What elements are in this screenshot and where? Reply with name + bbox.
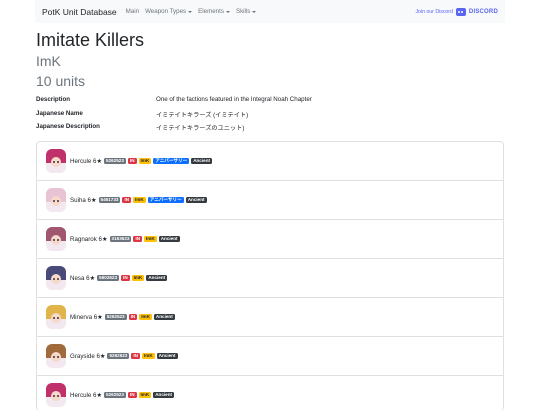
unit-name-link[interactable]: Hercule 6★ [70, 158, 102, 165]
avatar-eye [57, 278, 59, 280]
stats-badge: 3163623 [109, 236, 132, 242]
avatar-eye [53, 356, 55, 358]
avatar-eye [53, 395, 55, 397]
info-label: Description [36, 96, 71, 103]
unit-avatar[interactable] [46, 383, 66, 407]
stats-badge: 5262523 [104, 392, 126, 398]
avatar-eye [53, 161, 55, 163]
unit-row[interactable]: Minerva 6★ 5262523 IN ImK Ancient [37, 298, 503, 337]
unit-row[interactable]: Ragnarok 6★ 3163623 IN ImK Ancient [37, 220, 503, 259]
anniversary-badge: アニバーサリー [147, 197, 184, 203]
unit-avatar[interactable] [46, 266, 66, 290]
faction-badge: ImK [139, 314, 152, 320]
faction-badge: ImK [144, 236, 157, 242]
element-badge: IN [131, 353, 140, 359]
nav-dropdown-skills-label: Skills [235, 8, 251, 15]
faction-abbreviation: ImK [36, 53, 61, 69]
discord-logo-text[interactable]: DISCORD [469, 9, 498, 15]
element-badge: IN [128, 314, 138, 320]
ancient-badge: Ancient [191, 158, 213, 164]
unit-row[interactable]: Hercule 6★ 5262523 IN ImK Ancient [37, 376, 503, 411]
anniversary-badge: アニバーサリー [153, 158, 190, 164]
brand-link[interactable]: PotK Unit Database [42, 7, 117, 17]
avatar-eye [53, 200, 55, 202]
avatar-eye [53, 317, 55, 319]
chevron-down-icon [252, 10, 257, 13]
unit-row[interactable]: Suiha 6★ 5461733 IN ImK アニバーサリー Ancient [37, 181, 503, 220]
unit-name-link[interactable]: Minerva 6★ [70, 314, 103, 321]
stats-badge: 5602623 [97, 275, 120, 281]
faction-badge: ImK [133, 197, 146, 203]
unit-name-link[interactable]: Nesa 6★ [70, 275, 95, 282]
page-title: Imitate Killers [36, 30, 145, 50]
ancient-badge: Ancient [153, 314, 175, 320]
element-badge: IN [121, 275, 130, 281]
info-value: イミテイトキラーズのユニット) [156, 125, 245, 132]
faction-badge: ImK [141, 353, 155, 359]
element-badge: IN [127, 158, 137, 164]
avatar-eye [57, 200, 59, 202]
unit-avatar[interactable] [46, 305, 66, 329]
element-badge: IN [133, 236, 143, 242]
info-label: Japanese Description [36, 123, 100, 130]
nav-dropdown-weapon-types-label: Weapon Types [145, 8, 187, 15]
ancient-badge: Ancient [153, 392, 175, 398]
nav-dropdown-elements-label: Elements [198, 8, 224, 15]
unit-avatar[interactable] [46, 149, 66, 173]
avatar-eye [57, 395, 59, 397]
stats-badge: 5262523 [104, 314, 127, 320]
avatar-eye [53, 278, 55, 280]
top-navbar: PotK Unit Database Main Weapon Types Ele… [35, 0, 505, 23]
unit-count: 10 units [36, 73, 86, 89]
info-row-japanese-name: Japanese Name イミテイトキラーズ (イミテイト) [36, 110, 496, 120]
unit-name-link[interactable]: Ragnarok 6★ [70, 236, 108, 243]
nav-link-main[interactable]: Main [126, 8, 139, 15]
discord-icon[interactable] [455, 7, 466, 16]
element-badge: IN [127, 392, 137, 398]
avatar-eye [53, 239, 55, 241]
nav-dropdown-elements[interactable]: Elements [198, 8, 230, 15]
unit-avatar[interactable] [46, 227, 66, 251]
discord-join-link[interactable]: Join our Discord [415, 9, 452, 15]
unit-name-link[interactable]: Hercule 6★ [70, 392, 102, 399]
stats-badge: 5262623 [107, 353, 130, 359]
stats-badge: 5262523 [104, 158, 126, 164]
info-row-japanese-description: Japanese Description イミテイトキラーズのユニット) [36, 123, 496, 133]
stats-badge: 5461733 [98, 197, 121, 203]
chevron-down-icon [188, 10, 193, 13]
avatar-eye [57, 356, 59, 358]
unit-list: Hercule 6★ 5262523 IN ImK アニバーサリー Ancient Suih… [36, 141, 504, 411]
info-value: One of the factions featured in the Inte… [156, 96, 312, 103]
nav-dropdown-weapon-types[interactable]: Weapon Types [145, 8, 193, 15]
unit-avatar[interactable] [46, 344, 66, 368]
faction-badge: ImK [138, 158, 152, 164]
nav-link-main-label: Main [125, 8, 140, 15]
info-value: イミテイトキラーズ (イミテイト) [156, 112, 249, 119]
ancient-badge: Ancient [158, 236, 180, 242]
unit-row[interactable]: Nesa 6★ 5602623 IN ImK Ancient [37, 259, 503, 298]
unit-row[interactable]: Hercule 6★ 5262523 IN ImK アニバーサリー Ancient [37, 142, 503, 181]
ancient-badge: Ancient [156, 353, 178, 359]
ancient-badge: Ancient [146, 275, 168, 281]
unit-avatar[interactable] [46, 188, 66, 212]
unit-name-link[interactable]: Grayside 6★ [70, 353, 105, 360]
avatar-eye [57, 161, 59, 163]
unit-name-link[interactable]: Suiha 6★ [70, 197, 97, 204]
info-row-description: Description One of the factions featured… [36, 96, 496, 106]
unit-row[interactable]: Grayside 6★ 5262623 IN ImK Ancient [37, 337, 503, 376]
ancient-badge: Ancient [185, 197, 207, 203]
nav-dropdown-skills[interactable]: Skills [235, 8, 257, 15]
avatar-eye [57, 239, 59, 241]
faction-badge: ImK [131, 275, 145, 281]
info-label: Japanese Name [36, 110, 83, 117]
faction-badge: ImK [138, 392, 152, 398]
avatar-eye [57, 317, 59, 319]
element-badge: IN [122, 197, 132, 203]
chevron-down-icon [225, 10, 230, 13]
